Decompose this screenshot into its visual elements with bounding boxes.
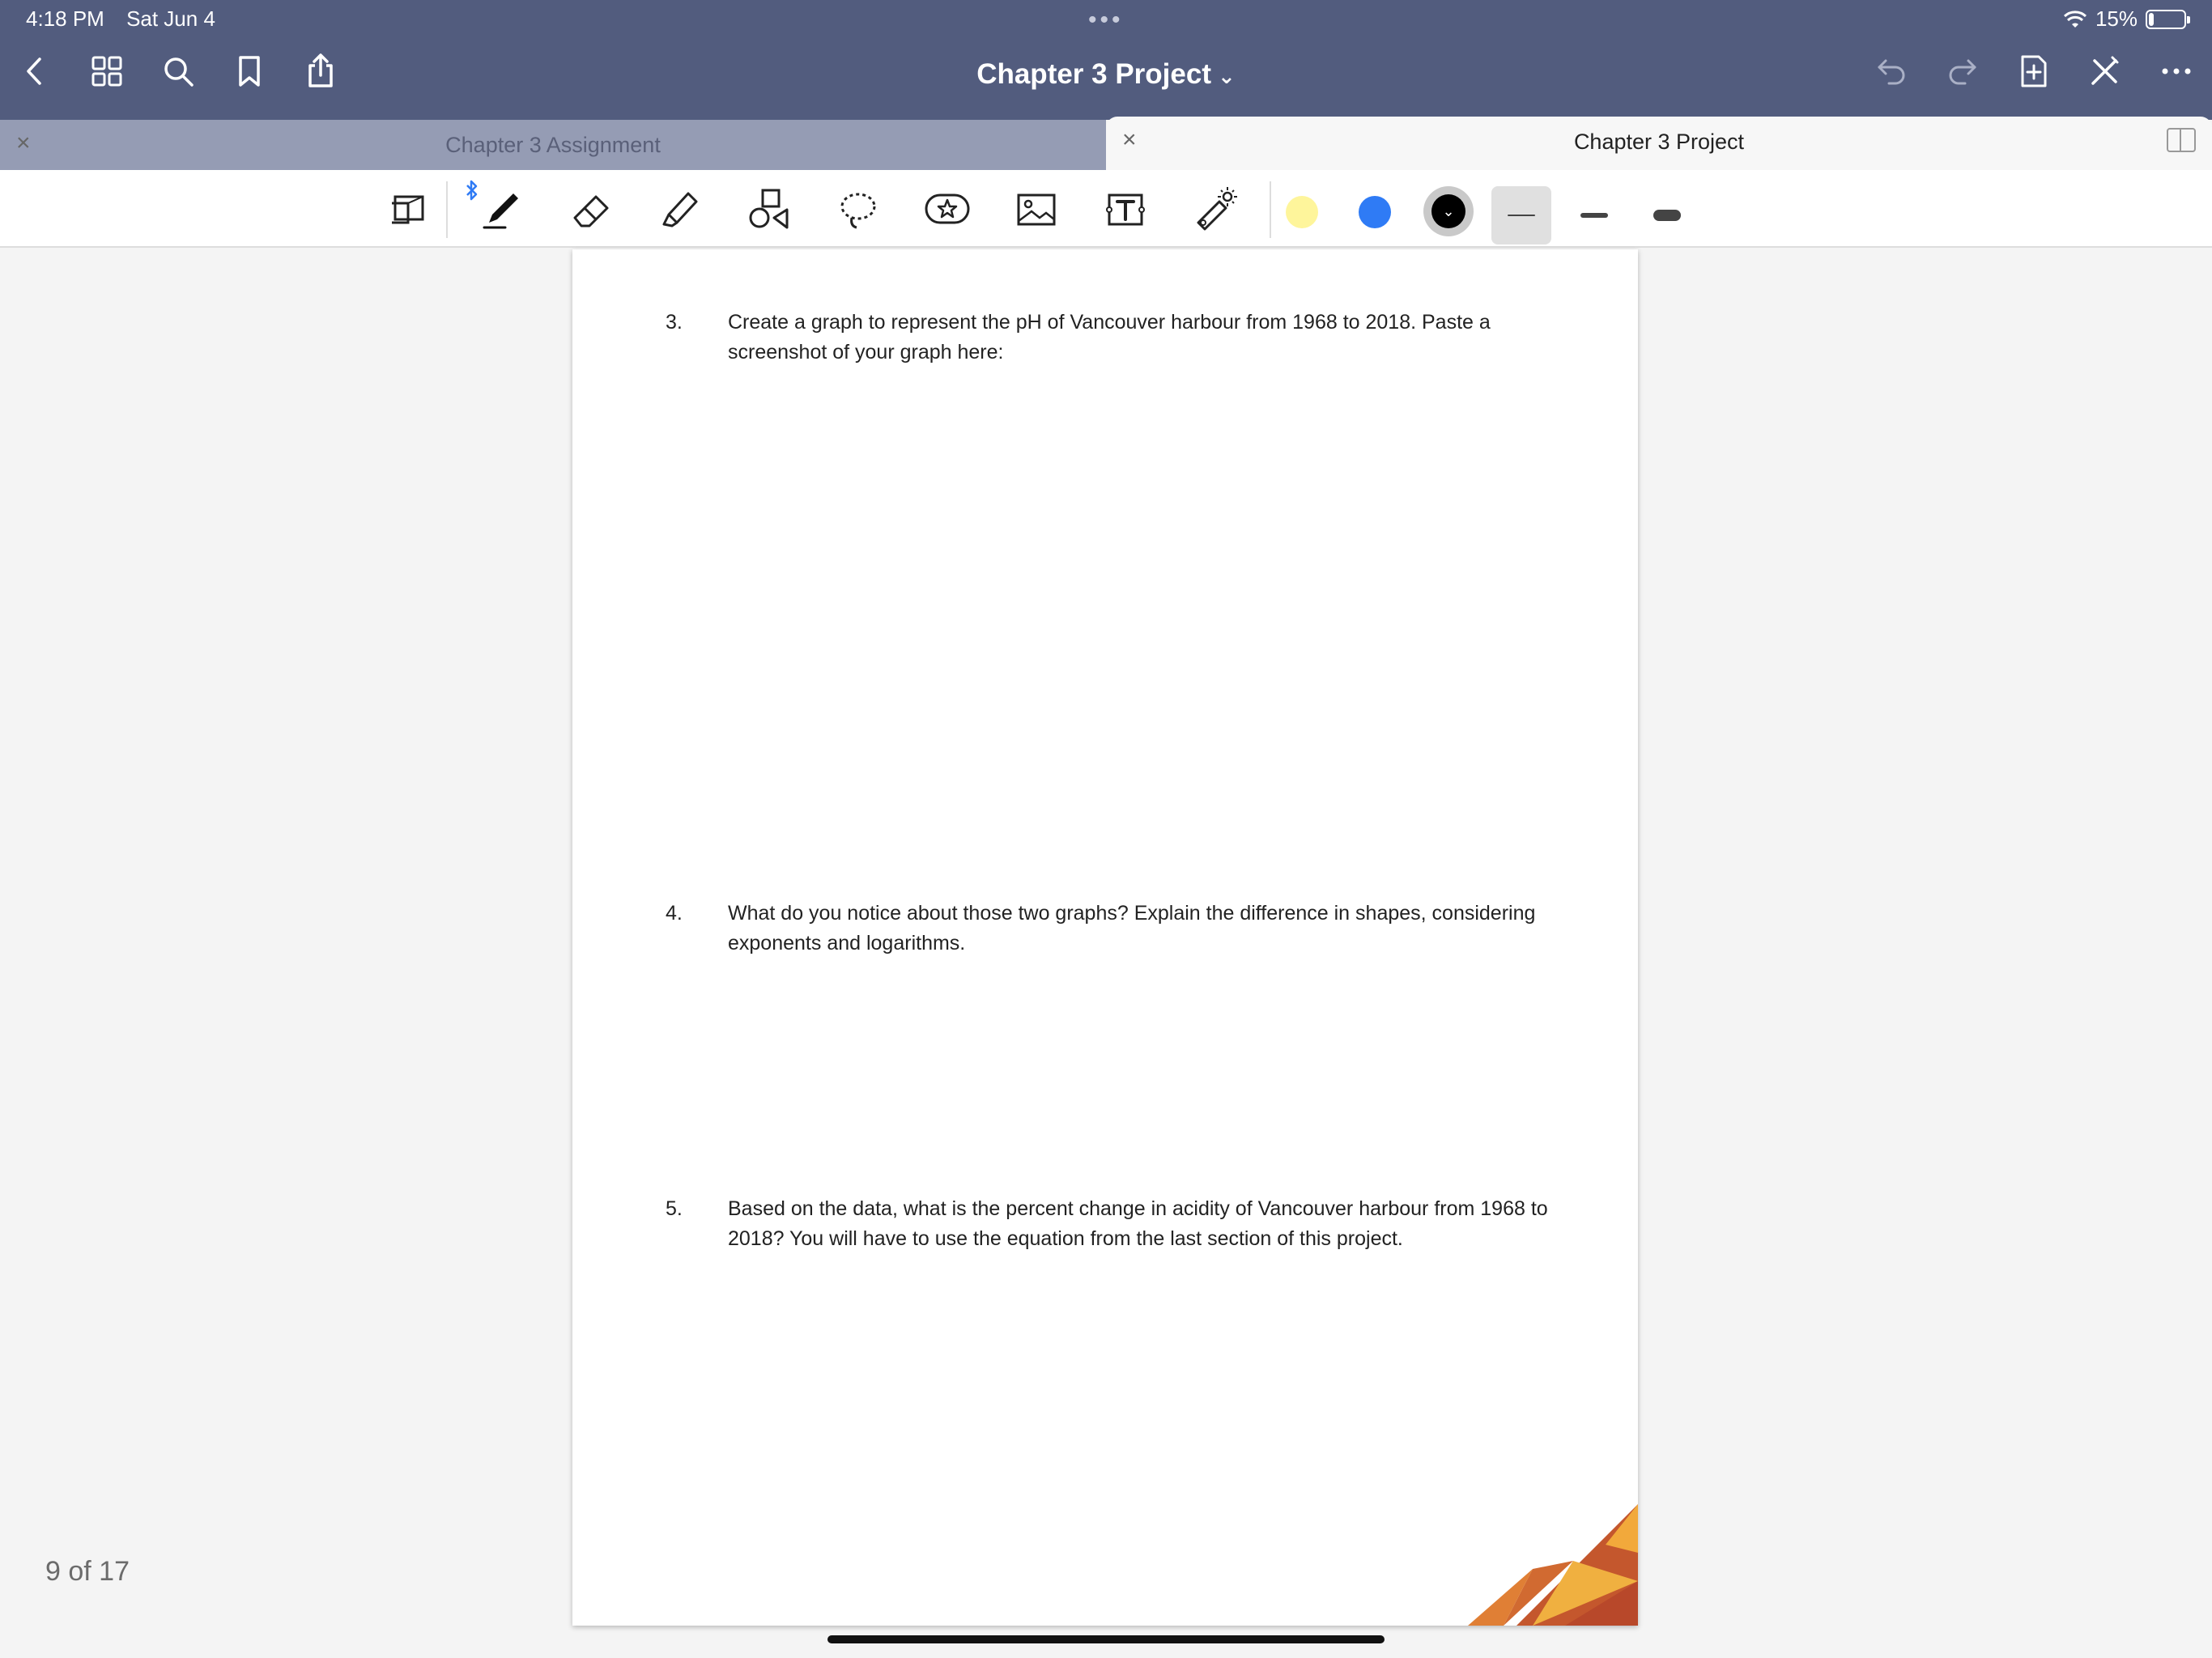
annotation-toolbar: ⌄ xyxy=(0,170,2212,248)
document-page[interactable]: 3. Create a graph to represent the pH of… xyxy=(572,249,1638,1626)
laser-pointer-icon[interactable] xyxy=(1185,181,1244,238)
battery-percent: 15% xyxy=(2095,6,2138,31)
status-bar-right: 15% xyxy=(2063,6,2190,32)
toolbar-divider xyxy=(1270,181,1271,238)
color-swatch-yellow[interactable] xyxy=(1286,196,1318,228)
status-time: 4:18 PM xyxy=(26,6,104,31)
toolbar-divider xyxy=(446,181,448,238)
tab-chapter-3-project[interactable]: × Chapter 3 Project xyxy=(1106,117,2212,170)
question-text: What do you notice about those two graph… xyxy=(728,902,1536,954)
redo-icon[interactable] xyxy=(1943,52,1982,91)
split-view-icon[interactable] xyxy=(2167,128,2196,152)
tab-label: Chapter 3 Assignment xyxy=(445,133,661,157)
chevron-down-icon: ⌄ xyxy=(1218,64,1236,88)
page-counter: 9 of 17 xyxy=(45,1556,130,1587)
status-bar-left: 4:18 PM Sat Jun 4 xyxy=(26,6,232,32)
battery-icon xyxy=(2146,9,2190,29)
eraser-icon[interactable] xyxy=(562,181,620,238)
question-number: 3. xyxy=(666,311,683,334)
question-number: 5. xyxy=(666,1197,683,1220)
document-tabs: × Chapter 3 Assignment × Chapter 3 Proje… xyxy=(0,117,2212,170)
multitasking-dots[interactable]: ••• xyxy=(1088,6,1124,34)
elements-icon[interactable] xyxy=(918,181,976,238)
add-page-icon[interactable] xyxy=(2014,52,2053,91)
decorative-corner-graphic xyxy=(1468,1504,1638,1626)
document-title: Chapter 3 Project xyxy=(976,58,1211,90)
top-navigation-bar: 4:18 PM Sat Jun 4 ••• 15% Chapter 3 Proj… xyxy=(0,0,2212,120)
lasso-icon[interactable] xyxy=(829,181,887,238)
tab-chapter-3-assignment[interactable]: × Chapter 3 Assignment xyxy=(0,120,1106,170)
image-icon[interactable] xyxy=(1007,181,1066,238)
zoom-window-icon[interactable] xyxy=(381,181,439,238)
pen-icon[interactable] xyxy=(473,181,531,238)
color-swatch-black-selected[interactable]: ⌄ xyxy=(1423,186,1474,236)
shapes-icon[interactable] xyxy=(740,181,798,238)
question-number: 4. xyxy=(666,902,683,925)
tab-label: Chapter 3 Project xyxy=(1573,130,1745,154)
text-icon[interactable] xyxy=(1096,181,1155,238)
highlighter-icon[interactable] xyxy=(651,181,709,238)
wifi-icon xyxy=(2063,10,2087,28)
question-text: Based on the data, what is the percent c… xyxy=(728,1197,1548,1250)
close-toolbar-icon[interactable] xyxy=(2086,52,2125,91)
more-icon[interactable] xyxy=(2157,52,2196,91)
status-date: Sat Jun 4 xyxy=(126,6,215,31)
color-swatch-blue[interactable] xyxy=(1359,196,1391,228)
stroke-width-thick[interactable] xyxy=(1637,186,1697,244)
stroke-width-thin[interactable] xyxy=(1491,186,1551,244)
home-indicator[interactable] xyxy=(827,1635,1385,1643)
question-text: Create a graph to represent the pH of Va… xyxy=(728,311,1491,363)
chevron-down-icon: ⌄ xyxy=(1431,194,1465,228)
stroke-width-medium[interactable] xyxy=(1564,186,1624,244)
undo-icon[interactable] xyxy=(1872,52,1911,91)
